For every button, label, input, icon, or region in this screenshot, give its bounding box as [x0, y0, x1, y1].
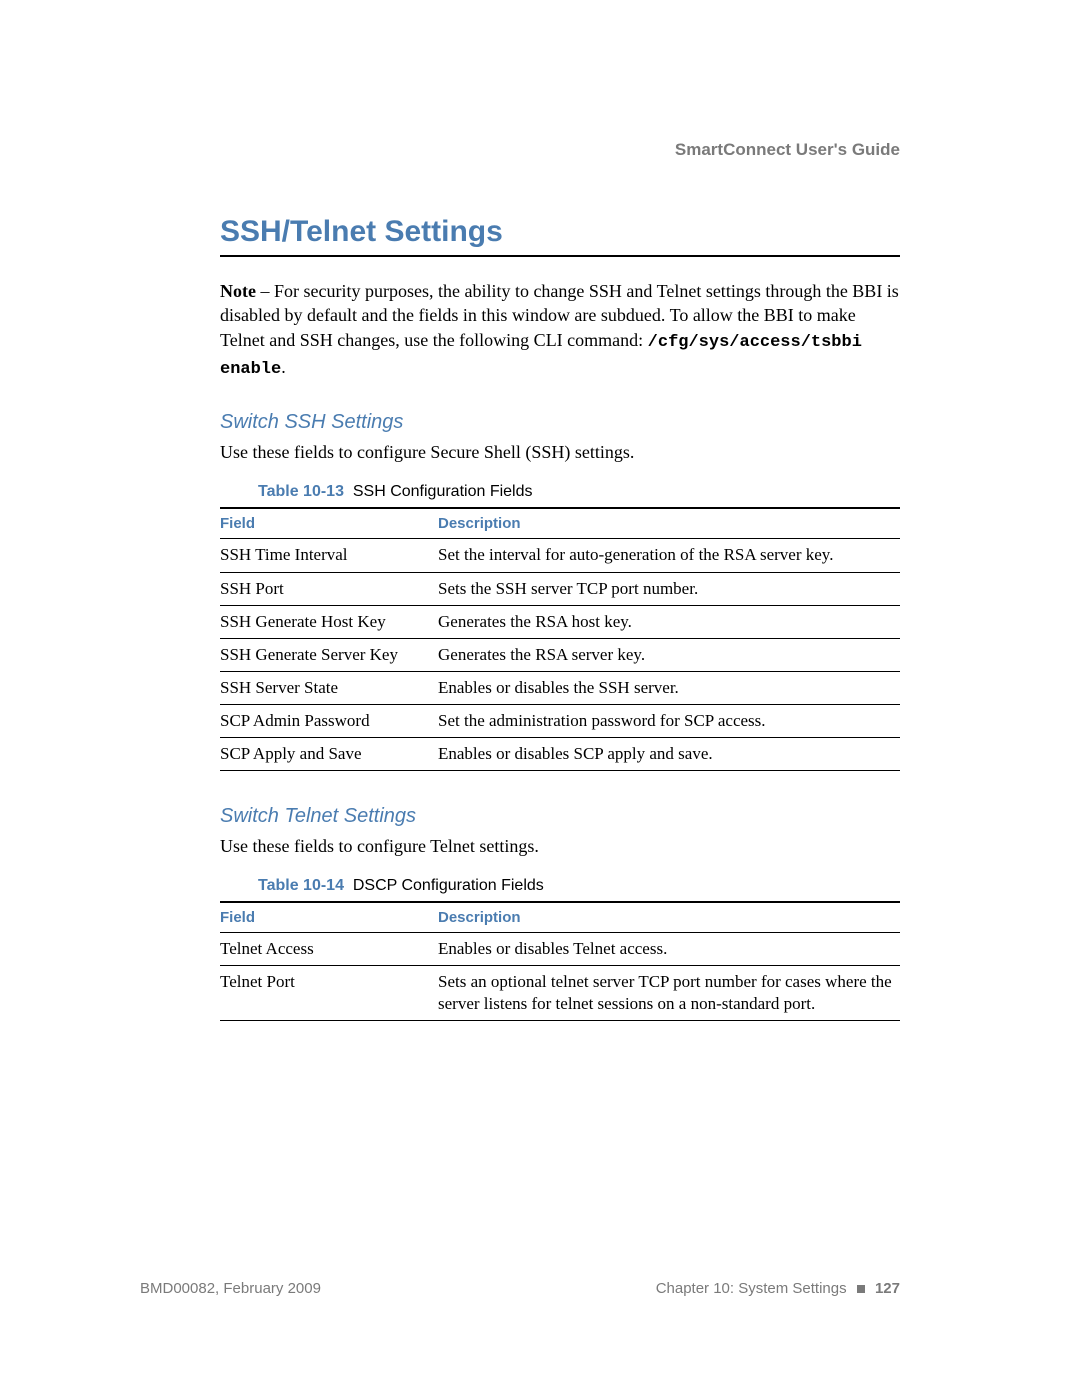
cell-description: Sets the SSH server TCP port number. [438, 572, 900, 605]
cell-field: SCP Admin Password [220, 704, 438, 737]
cell-field: Telnet Access [220, 933, 438, 966]
telnet-subheading: Switch Telnet Settings [220, 805, 900, 828]
cell-description: Generates the RSA server key. [438, 638, 900, 671]
page-footer: BMD00082, February 2009 Chapter 10: Syst… [140, 1280, 900, 1297]
cell-description: Set the administration password for SCP … [438, 704, 900, 737]
telnet-col-desc: Description [438, 902, 900, 933]
footer-chapter: Chapter 10: System Settings [656, 1280, 847, 1297]
telnet-lead: Use these fields to configure Telnet set… [220, 836, 900, 857]
cell-field: SSH Generate Server Key [220, 638, 438, 671]
table-row: SSH Server StateEnables or disables the … [220, 671, 900, 704]
telnet-table: Field Description Telnet AccessEnables o… [220, 901, 900, 1021]
table-row: Telnet AccessEnables or disables Telnet … [220, 933, 900, 966]
table-row: Telnet PortSets an optional telnet serve… [220, 966, 900, 1021]
ssh-table-caption: Table 10-13 SSH Configuration Fields [258, 483, 900, 501]
title-rule [220, 255, 900, 257]
square-bullet-icon [857, 1285, 865, 1293]
note-text-after: . [281, 357, 286, 377]
telnet-tbody: Telnet AccessEnables or disables Telnet … [220, 933, 900, 1021]
cell-description: Set the interval for auto-generation of … [438, 539, 900, 572]
ssh-tbody: SSH Time IntervalSet the interval for au… [220, 539, 900, 771]
ssh-table-number: Table 10-13 [258, 483, 344, 500]
telnet-table-caption: Table 10-14 DSCP Configuration Fields [258, 877, 900, 895]
cell-field: SSH Server State [220, 671, 438, 704]
table-row: SSH PortSets the SSH server TCP port num… [220, 572, 900, 605]
cell-description: Sets an optional telnet server TCP port … [438, 966, 900, 1021]
footer-page-number: 127 [875, 1280, 900, 1297]
telnet-col-field: Field [220, 902, 438, 933]
cell-description: Enables or disables SCP apply and save. [438, 738, 900, 771]
cell-field: SCP Apply and Save [220, 738, 438, 771]
ssh-lead: Use these fields to configure Secure She… [220, 442, 900, 463]
table-row: SSH Generate Server KeyGenerates the RSA… [220, 638, 900, 671]
table-row: SSH Time IntervalSet the interval for au… [220, 539, 900, 572]
cell-description: Enables or disables the SSH server. [438, 671, 900, 704]
table-row: SCP Apply and SaveEnables or disables SC… [220, 738, 900, 771]
ssh-col-field: Field [220, 508, 438, 539]
note-label: Note [220, 281, 256, 301]
running-header: SmartConnect User's Guide [220, 140, 900, 160]
cell-field: SSH Port [220, 572, 438, 605]
cell-description: Generates the RSA host key. [438, 605, 900, 638]
table-row: SSH Generate Host KeyGenerates the RSA h… [220, 605, 900, 638]
footer-left: BMD00082, February 2009 [140, 1280, 321, 1297]
cell-description: Enables or disables Telnet access. [438, 933, 900, 966]
cell-field: SSH Time Interval [220, 539, 438, 572]
ssh-col-desc: Description [438, 508, 900, 539]
ssh-table: Field Description SSH Time IntervalSet t… [220, 507, 900, 771]
telnet-table-title: DSCP Configuration Fields [353, 877, 544, 894]
footer-right: Chapter 10: System Settings 127 [656, 1280, 900, 1297]
telnet-table-number: Table 10-14 [258, 877, 344, 894]
table-row: SCP Admin PasswordSet the administration… [220, 704, 900, 737]
note-paragraph: Note – For security purposes, the abilit… [220, 279, 900, 381]
section-title: SSH/Telnet Settings [220, 215, 900, 249]
page: SmartConnect User's Guide SSH/Telnet Set… [0, 0, 1080, 1397]
ssh-subheading: Switch SSH Settings [220, 411, 900, 434]
cell-field: SSH Generate Host Key [220, 605, 438, 638]
cell-field: Telnet Port [220, 966, 438, 1021]
ssh-table-title: SSH Configuration Fields [353, 483, 533, 500]
